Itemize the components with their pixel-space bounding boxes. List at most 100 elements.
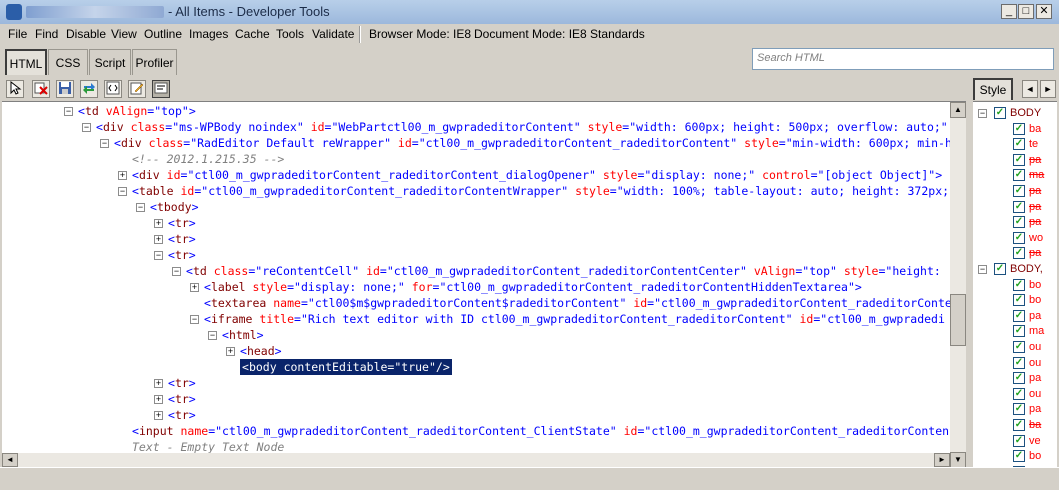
collapse-icon[interactable]: − (136, 203, 145, 212)
expand-icon[interactable]: + (118, 171, 127, 180)
style-rules-pane[interactable]: − ✓ BODY ✓ ba ✓ te ✓ pa ✓ ma ✓ pa ✓ pa ✓ pa ✓ wo ✓ pa − ✓ BODY,… (973, 101, 1057, 468)
checkbox-icon[interactable]: ✓ (1013, 153, 1025, 166)
style-property[interactable]: ✓ ou (973, 386, 1057, 402)
document-mode-menu[interactable]: Document Mode: IE8 Standards (474, 27, 645, 41)
element-source-icon[interactable] (104, 80, 122, 98)
clear-icon[interactable] (32, 80, 50, 98)
close-button[interactable]: ✕ (1036, 4, 1052, 19)
menu-outline[interactable]: Outline (144, 27, 182, 41)
collapse-icon[interactable]: − (64, 107, 73, 116)
collapse-icon[interactable]: − (978, 265, 987, 274)
style-property[interactable]: ✓ ma (973, 167, 1057, 183)
style-property[interactable]: ✓ pa (973, 401, 1057, 417)
style-rule-header[interactable]: − ✓ BODY, (973, 261, 1057, 277)
expand-icon[interactable]: + (226, 347, 235, 356)
checkbox-icon[interactable]: ✓ (1013, 372, 1025, 385)
style-property[interactable]: ✓ ma (973, 323, 1057, 339)
checkbox-icon[interactable]: ✓ (1013, 356, 1025, 369)
tab-css[interactable]: CSS (48, 49, 88, 75)
style-property[interactable]: ✓ bo (973, 277, 1057, 293)
checkbox-icon[interactable]: ✓ (1013, 231, 1025, 244)
menu-find[interactable]: Find (35, 27, 58, 41)
style-property[interactable]: ✓ te (973, 136, 1057, 152)
expand-icon[interactable]: + (154, 411, 163, 420)
style-property[interactable]: ✓ pa (973, 245, 1057, 261)
scroll-right-button[interactable]: ► (934, 453, 950, 467)
checkbox-icon[interactable]: ✓ (994, 107, 1006, 119)
collapse-icon[interactable]: − (978, 109, 987, 118)
checkbox-icon[interactable]: ✓ (1013, 169, 1025, 182)
style-rule-header[interactable]: − ✓ BODY (973, 105, 1057, 121)
style-property[interactable]: ✓ bo (973, 448, 1057, 464)
scroll-thumb[interactable] (950, 294, 966, 346)
style-property[interactable]: ✓ ve (973, 433, 1057, 449)
dom-tree-pane[interactable]: − <td vAlign="top"> − <div class="ms-WPBody… (2, 101, 950, 454)
menu-cache[interactable]: Cache (235, 27, 270, 41)
word-wrap-icon[interactable] (152, 80, 170, 98)
style-next-button[interactable]: ► (1040, 80, 1056, 98)
scroll-up-button[interactable]: ▲ (950, 102, 966, 118)
menu-images[interactable]: Images (189, 27, 228, 41)
collapse-icon[interactable]: − (190, 315, 199, 324)
checkbox-icon[interactable]: ✓ (1013, 216, 1025, 229)
style-property[interactable]: ✓ pa (973, 183, 1057, 199)
maximize-button[interactable]: □ (1018, 4, 1034, 19)
style-property[interactable]: ✓ ba (973, 121, 1057, 137)
style-property[interactable]: ✓ pa (973, 308, 1057, 324)
search-input[interactable]: Search HTML (752, 48, 1054, 70)
checkbox-icon[interactable]: ✓ (1013, 278, 1025, 291)
expand-icon[interactable]: + (154, 235, 163, 244)
checkbox-icon[interactable]: ✓ (1013, 387, 1025, 400)
style-property[interactable]: ✓ wo (973, 230, 1057, 246)
tab-html[interactable]: HTML (5, 49, 47, 75)
menu-file[interactable]: File (8, 27, 27, 41)
scroll-left-button[interactable]: ◄ (2, 453, 18, 467)
checkbox-icon[interactable]: ✓ (994, 263, 1006, 275)
style-property[interactable]: ✓ pa (973, 214, 1057, 230)
checkbox-icon[interactable]: ✓ (1013, 419, 1025, 431)
expand-icon[interactable]: + (154, 395, 163, 404)
checkbox-icon[interactable]: ✓ (1013, 325, 1025, 338)
collapse-icon[interactable]: − (208, 331, 217, 340)
save-icon[interactable] (56, 80, 74, 98)
menu-view[interactable]: View (111, 27, 137, 41)
checkbox-icon[interactable]: ✓ (1013, 122, 1025, 135)
collapse-icon[interactable]: − (118, 187, 127, 196)
checkbox-icon[interactable]: ✓ (1013, 185, 1025, 197)
collapse-icon[interactable]: − (154, 251, 163, 260)
checkbox-icon[interactable]: ✓ (1013, 403, 1025, 416)
checkbox-icon[interactable]: ✓ (1013, 200, 1025, 213)
expand-icon[interactable]: + (154, 379, 163, 388)
tab-script[interactable]: Script (89, 49, 131, 75)
collapse-icon[interactable]: − (82, 123, 91, 132)
collapse-icon[interactable]: − (172, 267, 181, 276)
style-property[interactable]: ✓ pa (973, 152, 1057, 168)
refresh-icon[interactable] (80, 80, 98, 98)
collapse-icon[interactable]: − (100, 139, 109, 148)
menu-tools[interactable]: Tools (276, 27, 304, 41)
expand-icon[interactable]: + (154, 219, 163, 228)
edit-icon[interactable] (128, 80, 146, 98)
minimize-button[interactable]: _ (1001, 4, 1017, 19)
vertical-scrollbar[interactable]: ▲ ▼ (950, 101, 966, 468)
expand-icon[interactable]: + (190, 283, 199, 292)
checkbox-icon[interactable]: ✓ (1013, 138, 1025, 151)
checkbox-icon[interactable]: ✓ (1013, 309, 1025, 322)
tab-style[interactable]: Style (973, 78, 1013, 100)
checkbox-icon[interactable]: ✓ (1013, 247, 1025, 260)
browser-mode-menu[interactable]: Browser Mode: IE8 (369, 27, 471, 41)
style-prev-button[interactable]: ◄ (1022, 80, 1038, 98)
style-property[interactable]: ✓ ou (973, 355, 1057, 371)
horizontal-scrollbar[interactable]: ◄ ► (2, 453, 950, 467)
style-property[interactable]: ✓ ou (973, 339, 1057, 355)
checkbox-icon[interactable]: ✓ (1013, 434, 1025, 447)
style-property[interactable]: ✓ bo (973, 292, 1057, 308)
checkbox-icon[interactable]: ✓ (1013, 450, 1025, 463)
scroll-down-button[interactable]: ▼ (950, 452, 966, 468)
select-element-icon[interactable] (6, 80, 24, 98)
style-property[interactable]: ✓ pa (973, 370, 1057, 386)
style-property[interactable]: ✓ pa (973, 199, 1057, 215)
checkbox-icon[interactable]: ✓ (1013, 294, 1025, 307)
tab-profiler[interactable]: Profiler (132, 49, 177, 75)
menu-validate[interactable]: Validate (312, 27, 354, 41)
